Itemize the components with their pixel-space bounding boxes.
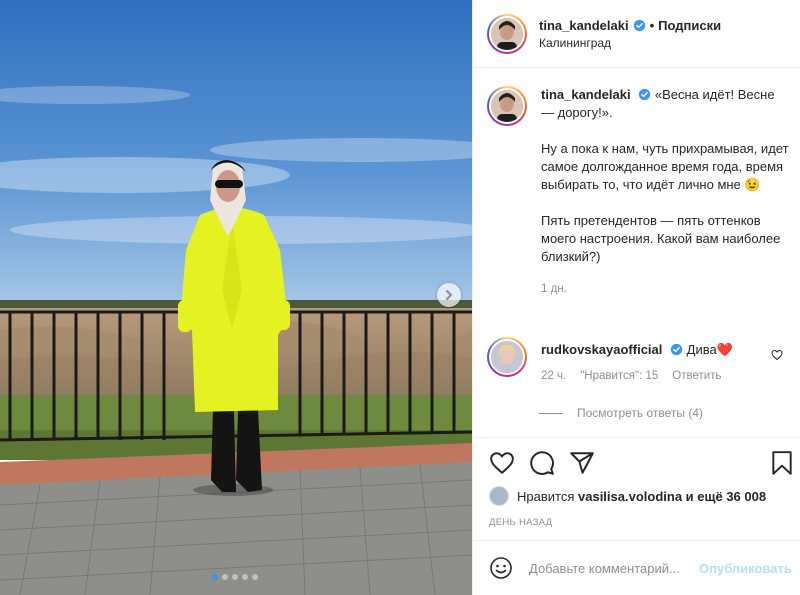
author-username[interactable]: tina_kandelaki	[539, 18, 629, 33]
post-header: tina_kandelaki • Подписки Калининград	[473, 0, 800, 68]
post-side-panel: tina_kandelaki • Подписки Калининград ti…	[472, 0, 800, 595]
likes-count[interactable]: и ещё 36 008	[686, 489, 766, 504]
action-bar	[473, 437, 800, 485]
comment-text: Дива❤️	[686, 342, 733, 357]
carousel-next-button[interactable]	[437, 283, 461, 307]
caption-paragraph: Пять претендентов — пять оттенков моего …	[541, 213, 781, 264]
add-comment-bar: Опубликовать	[473, 540, 800, 595]
comment-input[interactable]	[529, 560, 697, 576]
commenter-avatar[interactable]	[487, 337, 527, 377]
view-replies-button[interactable]: Посмотреть ответы (4)	[539, 406, 703, 420]
comment-time[interactable]: 22 ч.	[541, 370, 566, 382]
carousel-dot	[222, 574, 228, 580]
photo-illustration	[0, 0, 472, 595]
comment-like-heart-icon[interactable]	[771, 349, 783, 361]
comment-meta: 22 ч. "Нравится": 15 Ответить	[541, 370, 733, 382]
following-button[interactable]: Подписки	[658, 18, 721, 33]
author-avatar[interactable]	[487, 13, 527, 54]
carousel-dot	[232, 574, 238, 580]
comment-icon[interactable]	[529, 450, 555, 476]
post-photo[interactable]	[0, 0, 472, 595]
liker-username[interactable]: vasilisa.volodina	[578, 489, 682, 504]
caption-time[interactable]: 1 дн.	[541, 280, 791, 298]
likes-prefix: Нравится	[517, 488, 575, 504]
comment-likes[interactable]: "Нравится": 15	[580, 370, 658, 382]
replies-divider	[539, 412, 563, 414]
caption-username[interactable]: tina_kandelaki	[541, 87, 631, 102]
verified-icon	[670, 343, 683, 356]
carousel-indicator	[212, 574, 258, 580]
comment: rudkovskayaofficial Дива❤️ 22 ч. "Нравит…	[487, 337, 791, 382]
carousel-dot	[212, 574, 218, 580]
share-icon[interactable]	[569, 450, 595, 476]
header-separator: •	[649, 17, 655, 33]
chevron-right-icon	[446, 290, 452, 300]
comment-username[interactable]: rudkovskayaofficial	[541, 342, 662, 357]
carousel-dot	[252, 574, 258, 580]
publish-button[interactable]: Опубликовать	[699, 561, 792, 576]
post-location[interactable]: Калининград	[539, 36, 721, 50]
emoji-icon[interactable]	[489, 556, 513, 580]
caption-paragraph: Ну а пока к нам, чуть прихрамывая, идет …	[541, 141, 789, 192]
verified-icon	[633, 19, 645, 31]
post-date[interactable]: ДЕНЬ НАЗАД	[489, 517, 552, 528]
post-caption: tina_kandelaki «Весна идёт! Весне — доро…	[487, 86, 791, 298]
heart-icon[interactable]	[489, 450, 515, 476]
view-replies-label: Посмотреть ответы (4)	[577, 406, 704, 420]
caption-avatar[interactable]	[487, 86, 527, 126]
likes-summary: Нравится vasilisa.volodina и ещё 36 008	[489, 486, 766, 506]
verified-icon	[639, 88, 651, 101]
instagram-post-modal: tina_kandelaki • Подписки Калининград ti…	[0, 0, 800, 595]
reply-button[interactable]: Ответить	[672, 370, 721, 382]
carousel-dot	[242, 574, 248, 580]
bookmark-icon[interactable]	[769, 450, 795, 476]
liker-avatar[interactable]	[489, 486, 509, 506]
